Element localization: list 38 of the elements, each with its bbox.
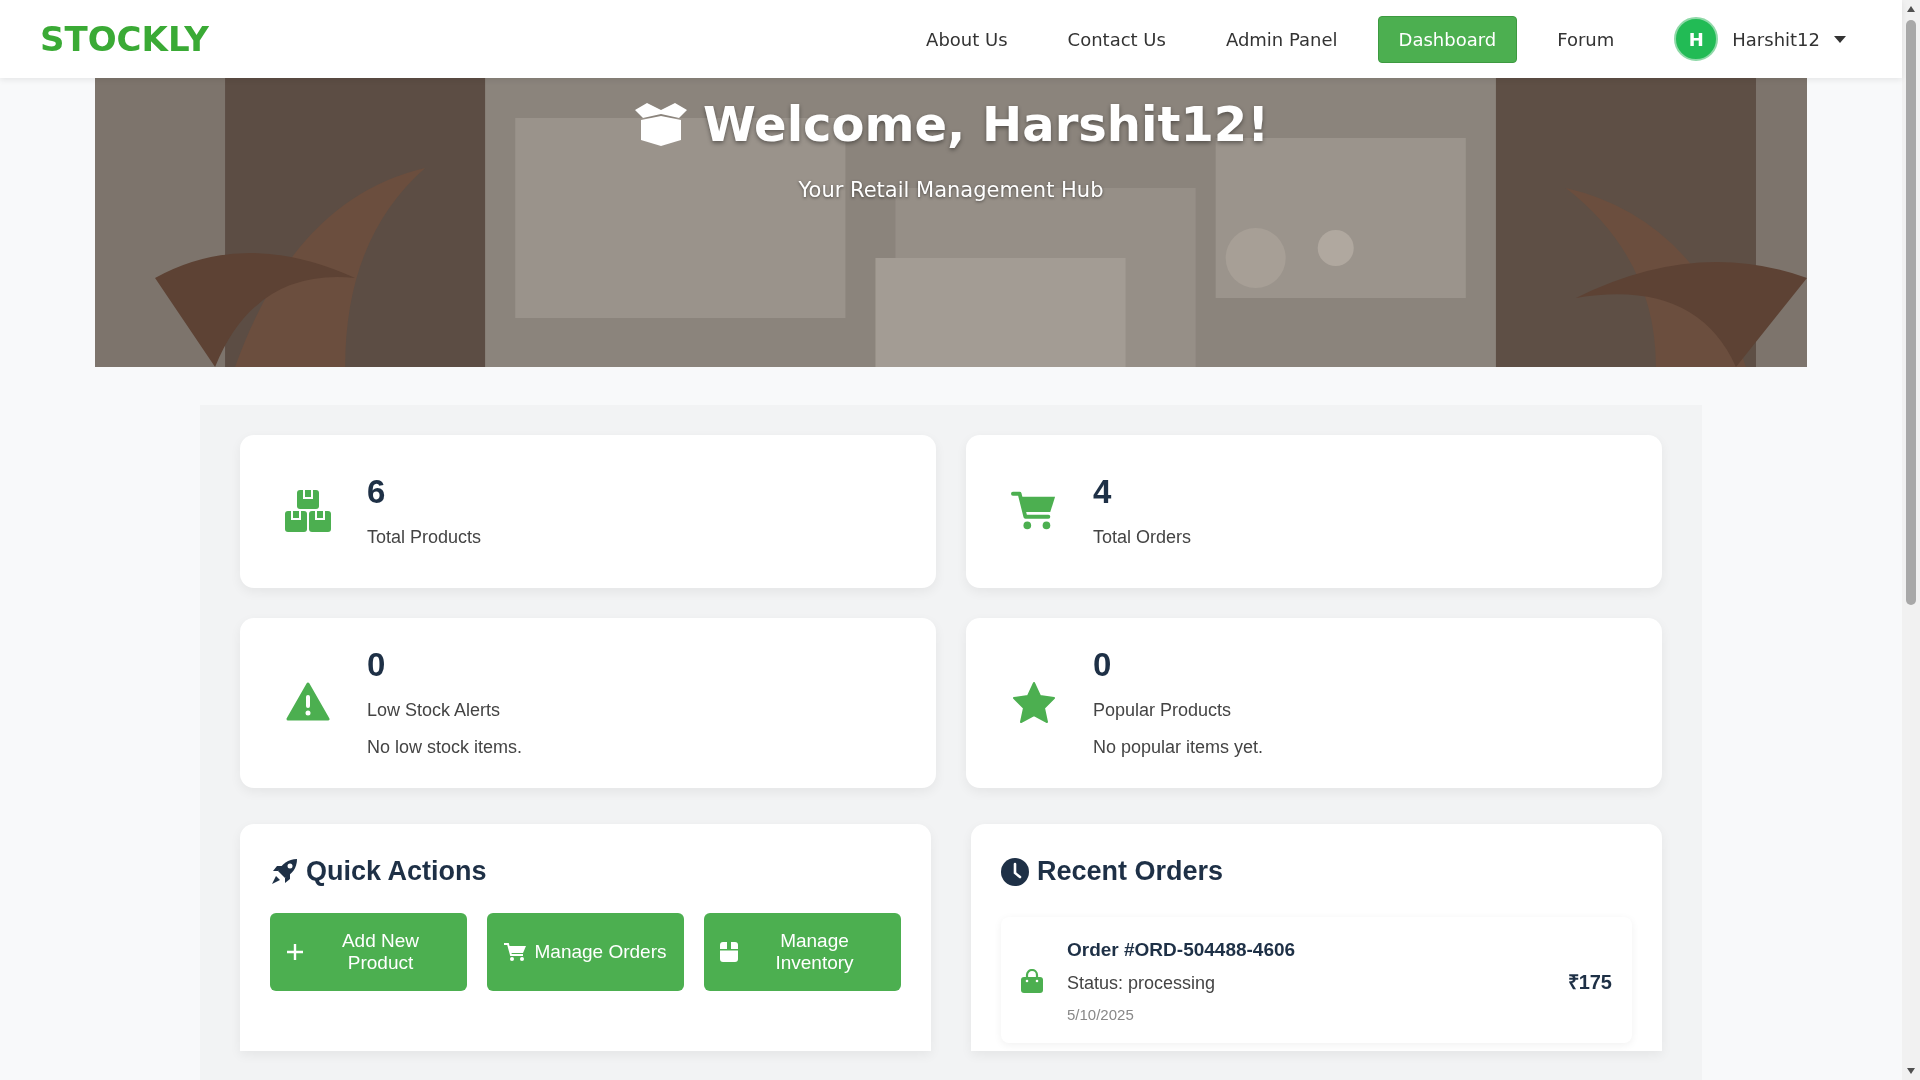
order-amount: ₹175 [1567,969,1612,995]
bag-icon [1021,969,1043,993]
stat-value: 4 [1093,473,1113,511]
stat-label: Low Stock Alerts [367,700,502,721]
caret-icon[interactable] [1834,35,1846,43]
order-status: Status: processing [1067,973,1217,994]
stat-value: 0 [367,646,387,684]
nav-link[interactable]: Contact Us [1047,16,1186,62]
stat-label: Popular Products [1093,700,1233,721]
warning-icon [286,682,330,722]
scroll-down-icon[interactable] [1907,1068,1915,1074]
order-date: 5/10/2025 [1067,1006,1135,1023]
scrollbar-thumb[interactable] [1906,20,1916,605]
welcome-title: Welcome, Harshit12! [702,96,1270,152]
clock-icon [1001,857,1029,886]
stat-note: No low stock items. [367,737,523,758]
rocket-icon [270,857,298,886]
stat-note: No popular items yet. [1093,737,1264,758]
section-title: Recent Orders [1037,856,1224,887]
cart-icon [1011,489,1057,532]
stat-value: 6 [367,473,387,511]
star-icon [1012,681,1056,723]
order-title: Order #ORD-504488-4606 [1067,939,1297,961]
order-card[interactable]: Order #ORD-504488-4606 Status: processing 5/10/2025 ₹175 [1001,917,1632,1043]
stat-label: Total Orders [1093,527,1192,548]
nav-link[interactable]: About Us [906,16,1028,62]
nav-link[interactable]: Forum [1537,16,1635,62]
user-name[interactable]: Harshit12 [1732,28,1820,50]
plus-icon [286,943,304,961]
hero-subtitle: Your Retail Management Hub [798,178,1104,202]
box-icon [720,942,738,962]
section-title: Quick Actions [306,856,487,887]
boxes-icon [285,489,331,532]
stat-label: Total Products [367,527,482,548]
cart-icon [503,942,527,962]
scroll-up-icon[interactable] [1907,6,1915,12]
nav-link[interactable]: Admin Panel [1205,16,1358,62]
stat-value: 0 [1093,646,1113,684]
